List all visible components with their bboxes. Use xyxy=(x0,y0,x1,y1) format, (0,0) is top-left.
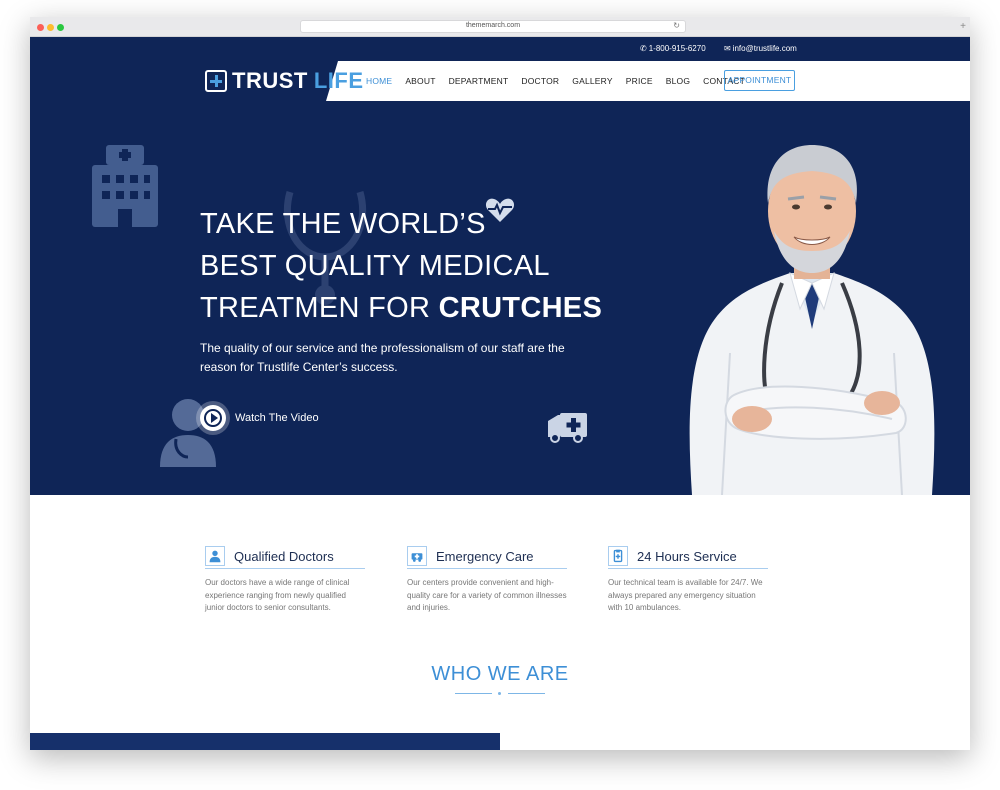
feature-header: 24 Hours Service xyxy=(608,546,768,569)
minimize-window-button[interactable] xyxy=(47,24,54,31)
headline-line-3-bold: CRUTCHES xyxy=(438,292,603,324)
heading-divider-right xyxy=(508,693,545,694)
feature-title: Qualified Doctors xyxy=(234,548,334,564)
feature-24-hours-service: 24 Hours Service Our technical team is a… xyxy=(608,546,768,615)
topbar-email[interactable]: ✉ info@trustlife.com xyxy=(724,44,797,53)
logo-text-life: LIFE xyxy=(313,68,364,93)
feature-qualified-doctors: Qualified Doctors Our doctors have a wid… xyxy=(205,546,365,615)
headline-line-3: TREATMEN FOR CRUTCHES xyxy=(200,287,660,329)
close-window-button[interactable] xyxy=(37,24,44,31)
feature-header: Emergency Care xyxy=(407,546,567,569)
appointment-button[interactable]: APPOINTMENT xyxy=(724,70,795,91)
medical-cross-logo-icon xyxy=(205,70,227,92)
nav-item-about[interactable]: ABOUT xyxy=(405,76,435,86)
nav-item-doctor[interactable]: DOCTOR xyxy=(521,76,559,86)
hero-headline: TAKE THE WORLD’S BEST QUALITY MEDICAL TR… xyxy=(200,203,660,329)
heading-divider-dot xyxy=(498,692,501,695)
headline-line-1: TAKE THE WORLD’S xyxy=(200,208,486,240)
nav-item-department[interactable]: DEPARTMENT xyxy=(449,76,509,86)
about-image-strip xyxy=(30,733,500,750)
reload-icon[interactable]: ↻ xyxy=(673,21,680,30)
new-tab-button[interactable]: + xyxy=(956,21,970,35)
play-icon xyxy=(200,405,226,431)
feature-description: Our doctors have a wide range of clinica… xyxy=(205,578,350,612)
watch-video-label: Watch The Video xyxy=(235,412,319,424)
feature-description: Our centers provide convenient and high-… xyxy=(407,578,567,612)
hero-section: ✆ 1-800-915-6270 ✉ info@trustlife.com TRUS… xyxy=(30,37,970,495)
hero-subtext: The quality of our service and the profe… xyxy=(200,341,565,374)
address-bar[interactable]: thememarch.com ↻ xyxy=(300,20,686,33)
ambulance-icon xyxy=(407,546,427,566)
browser-window: thememarch.com ↻ + ✆ 1-800-915-6270 ✉ info… xyxy=(30,17,970,750)
nav-item-home[interactable]: HOME xyxy=(366,76,392,86)
feature-description: Our technical team is available for 24/7… xyxy=(608,578,763,612)
mail-icon: ✉ xyxy=(724,44,731,53)
doctor-photo xyxy=(689,145,935,495)
nav-item-gallery[interactable]: GALLERY xyxy=(572,76,612,86)
ambulance-icon xyxy=(548,413,587,443)
watch-video-button[interactable]: Watch The Video xyxy=(200,405,319,431)
feature-emergency-care: Emergency Care Our centers provide conve… xyxy=(407,546,567,615)
headline-line-3-regular: TREATMEN FOR xyxy=(200,292,439,324)
email-address: info@trustlife.com xyxy=(732,44,797,53)
feature-header: Qualified Doctors xyxy=(205,546,365,569)
browser-chrome: thememarch.com ↻ + xyxy=(30,17,970,37)
doctor-icon xyxy=(205,546,225,566)
phone-icon: ✆ xyxy=(640,44,647,53)
logo-text-trust: TRUST xyxy=(232,68,308,93)
features-section: Qualified Doctors Our doctors have a wid… xyxy=(30,495,970,750)
feature-title: Emergency Care xyxy=(436,548,534,564)
site-logo[interactable]: TRUST LIFE xyxy=(205,68,364,93)
nav-item-blog[interactable]: BLOG xyxy=(666,76,690,86)
clipboard-icon xyxy=(608,546,628,566)
headline-line-2: BEST QUALITY MEDICAL xyxy=(200,250,550,282)
main-nav: HOME ABOUT DEPARTMENT DOCTOR GALLERY PRI… xyxy=(366,76,758,86)
hospital-icon xyxy=(92,145,158,227)
heading-divider-left xyxy=(455,693,492,694)
nav-item-price[interactable]: PRICE xyxy=(626,76,653,86)
topbar-phone[interactable]: ✆ 1-800-915-6270 xyxy=(640,44,706,53)
phone-number: 1-800-915-6270 xyxy=(648,44,706,53)
who-we-are-heading: WHO WE ARE xyxy=(431,663,569,685)
maximize-window-button[interactable] xyxy=(57,24,64,31)
address-bar-url: thememarch.com xyxy=(465,22,521,29)
feature-title: 24 Hours Service xyxy=(637,548,737,564)
